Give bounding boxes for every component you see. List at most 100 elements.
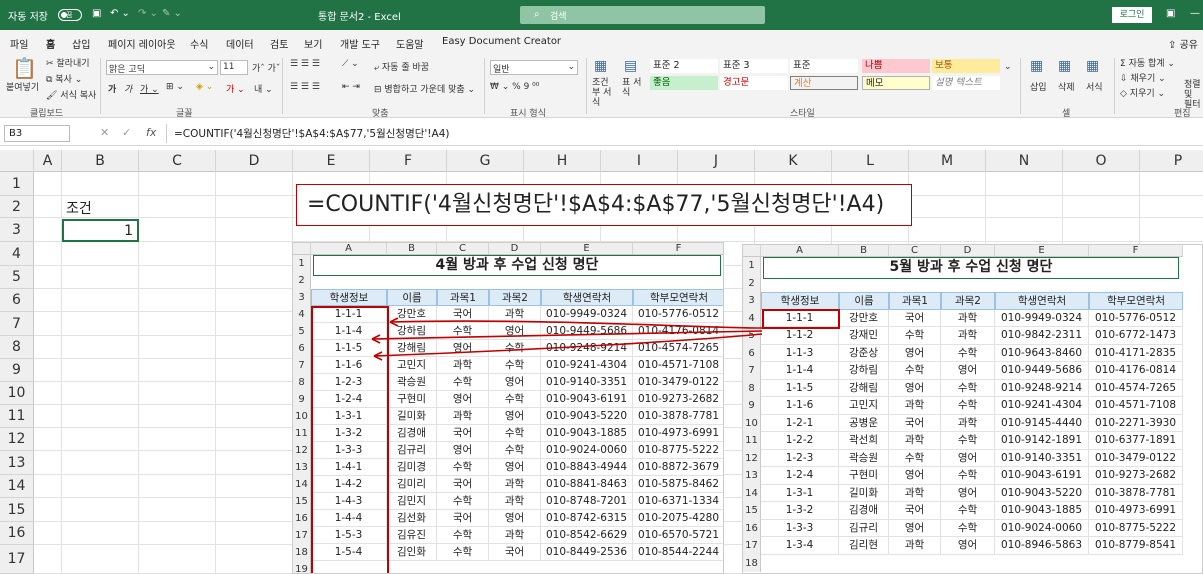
name-box[interactable]: B3 xyxy=(4,125,70,142)
style-neutral[interactable]: 보통 xyxy=(932,59,1000,73)
format-cells-icon[interactable]: ▦ xyxy=(1086,58,1099,74)
row-header-7[interactable]: 7 xyxy=(0,312,34,336)
confirm-icon[interactable]: ✓ xyxy=(122,126,131,139)
minimize-icon[interactable]: — xyxy=(1190,8,1200,19)
row-header-11[interactable]: 11 xyxy=(0,405,34,428)
accounting-icon[interactable]: ₩ ⌄ % 9 ⁰⁰ xyxy=(490,82,539,92)
row-header-10[interactable]: 10 xyxy=(0,382,34,405)
share-button[interactable]: ⇪ 공유 xyxy=(1168,36,1198,51)
align-top-icon[interactable]: ☰ ☰ ☰ xyxy=(290,59,320,69)
row-header-13[interactable]: 13 xyxy=(0,451,34,475)
tab-page-layout[interactable]: 페이지 레이아웃 xyxy=(108,36,176,51)
format-cells-button[interactable]: 서식 xyxy=(1086,80,1103,93)
worksheet-grid[interactable]: ABCDEFGHIJKLMNOP 1 2 3 4 5 6 7 8 9 10 11 12 13 14 15 16… xyxy=(0,150,1203,574)
conditional-format-icon[interactable]: ▦ xyxy=(594,58,607,74)
tab-formulas[interactable]: 수식 xyxy=(190,36,208,51)
tab-data[interactable]: 데이터 xyxy=(226,36,254,51)
bold-button[interactable]: 가 xyxy=(108,82,116,95)
indent-icon[interactable]: ⇤ ⇥ xyxy=(342,82,360,92)
column-header-e[interactable]: E xyxy=(293,150,370,172)
styles-more-icon[interactable]: ⌄ xyxy=(1004,62,1012,72)
font-name-select[interactable]: 맑은 고딕 ⌄ xyxy=(106,60,218,75)
wrap-text-button[interactable]: ⤶ 자동 줄 바꿈 xyxy=(374,60,429,73)
insert-cells-button[interactable]: 삽입 xyxy=(1030,80,1047,93)
column-header-j[interactable]: J xyxy=(678,150,755,172)
cancel-icon[interactable]: ✕ xyxy=(100,126,109,139)
select-all-corner[interactable] xyxy=(0,150,34,172)
style-normal2[interactable]: 표준 2 xyxy=(650,59,718,73)
tab-review[interactable]: 검토 xyxy=(270,36,288,51)
column-header-m[interactable]: M xyxy=(909,150,986,172)
fx-icon[interactable]: fx xyxy=(146,126,156,139)
row-header-6[interactable]: 6 xyxy=(0,289,34,312)
row-header-5[interactable]: 5 xyxy=(0,266,34,289)
border-icon[interactable]: ⊞ ⌄ xyxy=(166,82,184,92)
conditional-format-button[interactable]: 조건부 서식 xyxy=(592,78,616,108)
column-header-k[interactable]: K xyxy=(755,150,832,172)
row-header-12[interactable]: 12 xyxy=(0,428,34,451)
style-note[interactable]: 메모 xyxy=(862,76,930,90)
style-warning[interactable]: 경고문 xyxy=(720,76,788,90)
row-header-4[interactable]: 4 xyxy=(0,242,34,266)
column-header-i[interactable]: I xyxy=(601,150,678,172)
align-left-icon[interactable]: ☰ ☰ ☰ xyxy=(290,82,320,92)
column-header-f[interactable]: F xyxy=(370,150,447,172)
tab-easy-document-creator[interactable]: Easy Document Creator xyxy=(442,36,561,47)
row-header-2[interactable]: 2 xyxy=(0,196,34,218)
underline-button[interactable]: 가 ⌄ xyxy=(140,82,159,95)
fill-button[interactable]: ⇩ 채우기 ⌄ xyxy=(1120,71,1166,84)
search-box[interactable]: ⌕ 검색 xyxy=(520,6,765,24)
style-explain[interactable]: 설명 텍스트 xyxy=(932,76,1000,90)
row-header-8[interactable]: 8 xyxy=(0,336,34,359)
column-header-o[interactable]: O xyxy=(1063,150,1140,172)
font-size-select[interactable]: 11 xyxy=(220,60,248,75)
tab-home[interactable]: 홈 xyxy=(46,36,56,56)
column-header-a[interactable]: A xyxy=(34,150,62,172)
paste-button[interactable]: 붙여넣기 xyxy=(6,80,39,93)
column-header-n[interactable]: N xyxy=(986,150,1063,172)
number-format-select[interactable]: 일반 ⌄ xyxy=(490,60,578,75)
table-format-icon[interactable]: ▤ xyxy=(624,58,637,74)
redo-icon[interactable]: ↷ ⌄ xyxy=(138,8,158,19)
phonetic-icon[interactable]: 내 ⌄ xyxy=(254,82,273,95)
autosum-button[interactable]: Σ 자동 합계 ⌄ xyxy=(1120,56,1175,69)
cut-button[interactable]: ✂ 잘라내기 xyxy=(46,56,90,69)
tab-file[interactable]: 파일 xyxy=(10,36,28,51)
row-header-1[interactable]: 1 xyxy=(0,172,34,196)
save-icon[interactable]: ▣ xyxy=(92,8,101,19)
tab-help[interactable]: 도움말 xyxy=(396,36,424,51)
ribbon-display-icon[interactable]: ▣ xyxy=(1166,8,1175,19)
tab-developer[interactable]: 개발 도구 xyxy=(340,36,380,51)
style-normal3[interactable]: 표준 3 xyxy=(720,59,788,73)
font-color-icon[interactable]: 가 ⌄ xyxy=(226,82,245,95)
row-header-14[interactable]: 14 xyxy=(0,475,34,498)
copy-button[interactable]: ⧉ 복사 ⌄ xyxy=(46,72,82,85)
tab-view[interactable]: 보기 xyxy=(304,36,322,51)
merge-center-button[interactable]: ⊟ 병합하고 가운데 맞춤 ⌄ xyxy=(374,82,475,95)
row-header-9[interactable]: 9 xyxy=(0,359,34,382)
table-format-button[interactable]: 표 서식 xyxy=(622,78,646,98)
column-header-l[interactable]: L xyxy=(832,150,909,172)
fill-color-icon[interactable]: ◈ ⌄ xyxy=(196,82,213,92)
row-header-3[interactable]: 3 xyxy=(0,218,34,242)
style-good[interactable]: 좋음 xyxy=(650,76,718,90)
style-bad[interactable]: 나쁨 xyxy=(862,59,930,73)
insert-cells-icon[interactable]: ▦ xyxy=(1030,58,1043,74)
delete-cells-icon[interactable]: ▦ xyxy=(1058,58,1071,74)
row-header-15[interactable]: 15 xyxy=(0,498,34,522)
undo-icon[interactable]: ↶ ⌄ xyxy=(110,8,130,19)
cell-b2[interactable]: 조건 xyxy=(66,198,92,218)
format-painter-button[interactable]: 🖌 서식 복사 xyxy=(46,88,96,101)
font-grow-icon[interactable]: 가ˆ 가ˇ xyxy=(252,61,280,74)
column-header-p[interactable]: P xyxy=(1140,150,1203,172)
column-header-g[interactable]: G xyxy=(447,150,524,172)
delete-cells-button[interactable]: 삭제 xyxy=(1058,80,1075,93)
tab-insert[interactable]: 삽입 xyxy=(72,36,90,51)
paste-icon[interactable]: 📋 xyxy=(12,56,37,80)
login-button[interactable]: 로그인 xyxy=(1112,7,1152,23)
clear-button[interactable]: ◇ 지우기 ⌄ xyxy=(1120,86,1165,99)
column-header-h[interactable]: H xyxy=(524,150,601,172)
cell-b3-selected[interactable]: 1 xyxy=(62,219,139,242)
pen-icon[interactable]: ✎ ⌄ xyxy=(162,8,182,19)
italic-button[interactable]: 가 xyxy=(124,82,132,95)
